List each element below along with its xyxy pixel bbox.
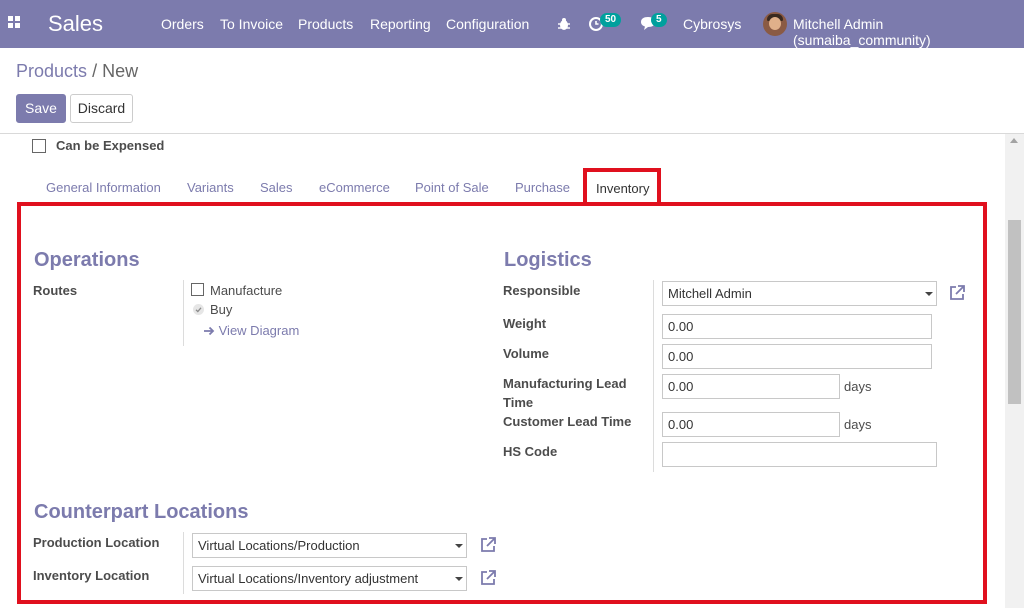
control-panel-divider — [0, 133, 1024, 134]
view-diagram-label: View Diagram — [218, 323, 300, 338]
route-buy-label: Buy — [210, 302, 233, 317]
route-manufacture-checkbox[interactable] — [191, 283, 204, 296]
apps-grid-icon[interactable] — [8, 16, 24, 32]
weight-label: Weight — [503, 316, 547, 331]
customer-lead-time-input[interactable]: 0.00 — [662, 412, 840, 437]
scrollbar-thumb[interactable] — [1008, 220, 1021, 404]
tab-inventory-label: Inventory — [596, 181, 650, 196]
responsible-label: Responsible — [503, 283, 581, 298]
responsible-select[interactable]: Mitchell Admin — [662, 281, 937, 306]
inventory-tab-highlight-frame — [17, 202, 987, 604]
company-switcher[interactable]: Cybrosys — [683, 16, 741, 32]
breadcrumb-products-link[interactable]: Products — [16, 61, 87, 81]
customer-lead-time-unit: days — [844, 417, 872, 432]
weight-input[interactable]: 0.00 — [662, 314, 932, 339]
can-be-expensed-label: Can be Expensed — [56, 138, 165, 153]
menu-to-invoice[interactable]: To Invoice — [220, 16, 283, 32]
manufacturing-lead-time-label-line1: Manufacturing Lead — [503, 376, 627, 391]
hs-code-input[interactable] — [662, 442, 937, 467]
scroll-up-arrow-icon[interactable] — [1010, 138, 1018, 143]
user-menu[interactable]: Mitchell Admin (sumaiba_community) — [793, 16, 1024, 48]
menu-reporting[interactable]: Reporting — [370, 16, 431, 32]
can-be-expensed-checkbox[interactable] — [32, 139, 46, 153]
tab-point-of-sale[interactable]: Point of Sale — [415, 180, 489, 195]
route-buy-checkbox[interactable] — [193, 304, 204, 315]
chevron-down-icon — [925, 292, 933, 296]
breadcrumb-current: New — [102, 61, 139, 81]
external-link-icon[interactable] — [948, 284, 966, 302]
routes-divider — [183, 280, 184, 346]
inventory-location-select[interactable]: Virtual Locations/Inventory adjustment — [192, 566, 467, 591]
chevron-down-icon — [455, 577, 463, 581]
tab-general-information[interactable]: General Information — [46, 180, 161, 195]
route-manufacture-label: Manufacture — [210, 283, 283, 298]
manufacturing-lead-time-unit: days — [844, 379, 872, 394]
chevron-down-icon — [455, 544, 463, 548]
manufacturing-lead-time-input[interactable]: 0.00 — [662, 374, 840, 399]
counterpart-locations-title: Counterpart Locations — [34, 501, 249, 523]
inventory-location-label: Inventory Location — [33, 568, 150, 583]
production-location-select[interactable]: Virtual Locations/Production — [192, 533, 467, 558]
production-location-label: Production Location — [33, 535, 160, 550]
tab-inventory[interactable]: Inventory — [583, 168, 661, 206]
external-link-icon[interactable] — [479, 569, 497, 587]
breadcrumb-separator: / — [92, 61, 98, 81]
message-count-badge: 5 — [651, 13, 667, 27]
tab-purchase[interactable]: Purchase — [515, 180, 570, 195]
volume-input[interactable]: 0.00 — [662, 344, 932, 369]
menu-orders[interactable]: Orders — [161, 16, 204, 32]
operations-title: Operations — [34, 249, 140, 271]
menu-products[interactable]: Products — [298, 16, 353, 32]
hs-code-label: HS Code — [503, 444, 558, 459]
app-name[interactable]: Sales — [48, 11, 103, 37]
routes-label: Routes — [33, 283, 78, 298]
breadcrumb: Products / New — [16, 61, 138, 82]
arrow-right-icon — [204, 326, 215, 336]
top-navbar: Sales Orders To Invoice Products Reporti… — [0, 0, 1024, 48]
user-avatar[interactable] — [763, 12, 787, 36]
menu-configuration[interactable]: Configuration — [446, 16, 529, 32]
counterpart-divider — [183, 532, 184, 594]
external-link-icon[interactable] — [479, 536, 497, 554]
logistics-divider — [653, 280, 654, 472]
manufacturing-lead-time-label: Manufacturing Lead Time — [503, 374, 627, 412]
manufacturing-lead-time-label-line2: Time — [503, 395, 534, 410]
logistics-title: Logistics — [504, 249, 592, 271]
activity-count-badge: 50 — [600, 13, 622, 27]
tab-variants[interactable]: Variants — [187, 180, 234, 195]
volume-label: Volume — [503, 346, 549, 361]
discard-button[interactable]: Discard — [70, 94, 133, 123]
view-diagram-link[interactable]: View Diagram — [204, 323, 299, 338]
save-button[interactable]: Save — [16, 94, 66, 123]
tab-sales[interactable]: Sales — [260, 180, 293, 195]
bug-icon[interactable] — [557, 17, 571, 31]
tab-ecommerce[interactable]: eCommerce — [319, 180, 390, 195]
customer-lead-time-label: Customer Lead Time — [503, 414, 632, 429]
